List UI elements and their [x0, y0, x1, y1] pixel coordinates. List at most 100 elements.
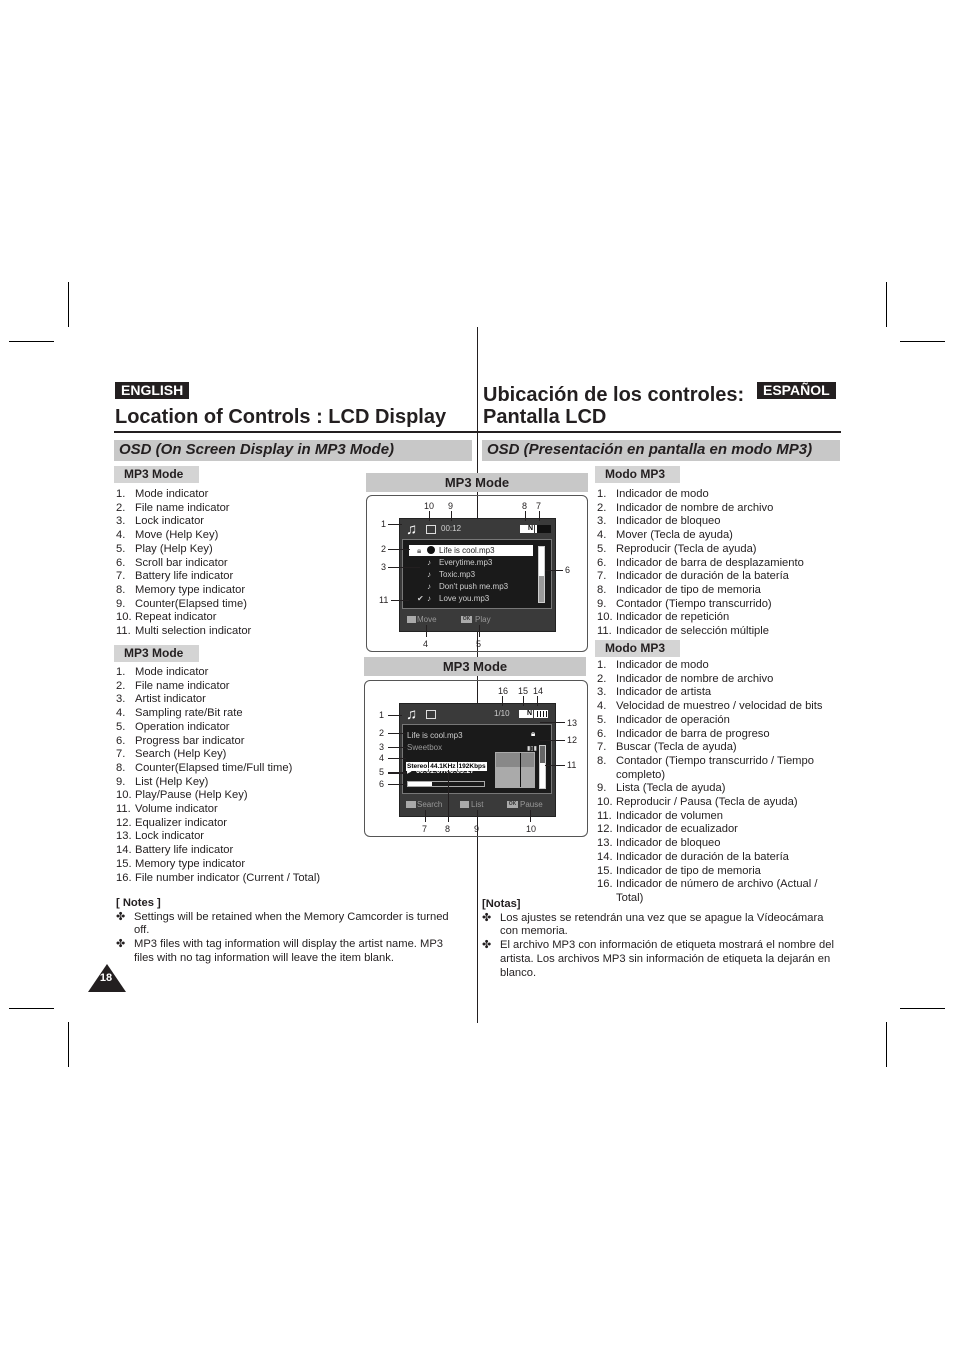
crop-mark: [9, 341, 54, 342]
help-pause[interactable]: Pause: [520, 800, 543, 810]
item-text: Indicador de tipo de memoria: [616, 864, 761, 877]
item-text: Reproducir / Pausa (Tecla de ayuda): [616, 796, 798, 809]
memory-type-icon: N: [519, 710, 533, 718]
eject-key-icon: [460, 801, 469, 808]
file-item[interactable]: Love you.mp3: [439, 594, 489, 604]
callout-label: 3: [379, 742, 385, 752]
callout-label: 12: [567, 735, 578, 745]
item-text: Play/Pause (Help Key): [135, 789, 248, 802]
crop-mark: [900, 341, 945, 342]
file-item[interactable]: Everytime.mp3: [439, 558, 492, 568]
item-number: 4.: [597, 700, 607, 713]
file-item[interactable]: Don't push me.mp3: [439, 582, 508, 592]
ok-key-icon: OK: [461, 616, 472, 623]
list-item: 8. Counter(Elapsed time/Full time): [116, 762, 320, 776]
callout-label: 7: [422, 824, 428, 834]
callout-leader: [388, 747, 406, 748]
item-number: 9.: [116, 775, 126, 788]
list-heading: Modo MP3: [595, 466, 680, 483]
spanish-list-osd: 1. Indicador de modo 2. Indicador de nombre…: [597, 488, 804, 639]
note-text: MP3 files with tag information will disp…: [134, 938, 444, 964]
callout-label: 10: [424, 501, 435, 511]
callout-leader: [545, 570, 563, 571]
callout-label: 6: [379, 779, 385, 789]
list-item: 11. Indicador de volumen: [597, 810, 842, 824]
item-text: Lock indicator: [135, 830, 205, 843]
list-item: 6. Indicador de barra de desplazamiento: [597, 557, 804, 571]
callout-leader: [477, 810, 478, 822]
list-item: 1. Mode indicator: [116, 488, 251, 502]
list-item: 2. File name indicator: [116, 502, 251, 516]
playback-panel: Life is cool.mp3 🔒︎ Sweetbox ▮▯▮ Stereo 4…: [402, 724, 552, 794]
item-text: Mode indicator: [135, 666, 209, 678]
list-item: 13. Lock indicator: [116, 830, 320, 844]
title-line-1: Ubicación de los controles:: [483, 384, 745, 406]
list-item: 6. Indicador de barra de progreso: [597, 728, 842, 742]
language-badge-spanish: ESPAÑOL: [757, 382, 836, 399]
bullet-icon: ✤: [116, 938, 126, 951]
list-item: 8. Contador (Tiempo transcurrido / Tiempo…: [597, 755, 842, 782]
page-number: 18: [99, 972, 113, 984]
item-text: Indicador de nombre de archivo: [616, 501, 774, 514]
help-move[interactable]: Move: [417, 615, 437, 625]
file-item[interactable]: Toxic.mp3: [439, 570, 475, 580]
spectrum-display: [495, 752, 535, 788]
item-number: 2.: [116, 501, 126, 514]
scroll-bar-track: [539, 576, 544, 602]
item-number: 5.: [597, 713, 607, 726]
callout-leader: [388, 524, 402, 525]
item-text: Multi selection indicator: [135, 625, 252, 638]
callout-label: 2: [379, 728, 385, 738]
help-list[interactable]: List: [471, 800, 483, 810]
help-play[interactable]: Play: [475, 615, 491, 625]
item-text: Indicador de modo: [616, 488, 709, 500]
list-item: 4. Velocidad de muestreo / velocidad de b…: [597, 700, 842, 714]
item-text: Indicador de volumen: [616, 809, 723, 822]
item-text: Volume indicator: [135, 803, 218, 816]
item-number: 11.: [597, 625, 612, 638]
item-number: 10.: [597, 796, 613, 809]
item-text: Move (Help Key): [135, 529, 219, 542]
lcd-screen-playback: ♫ 1/10 N Life is cool.mp3 🔒︎ Sweetbox ▮▯…: [399, 703, 556, 817]
list-item: 13. Indicador de bloqueo: [597, 837, 842, 851]
callout-label: 5: [379, 767, 385, 777]
item-number: 10.: [116, 611, 132, 624]
file-item[interactable]: Life is cool.mp3: [439, 546, 495, 556]
progress-bar[interactable]: [407, 781, 485, 787]
item-number: 16.: [116, 871, 132, 884]
help-search[interactable]: Search: [417, 800, 442, 810]
item-number: 6.: [597, 727, 607, 740]
callout-leader: [540, 740, 565, 741]
list-item: 4. Move (Help Key): [116, 529, 251, 543]
callout-label: 9: [448, 501, 454, 511]
volume-bar[interactable]: [539, 745, 546, 789]
list-item: 14. Indicador de duración de la batería: [597, 851, 842, 865]
list-heading: MP3 Mode: [114, 466, 199, 483]
callout-label: 1: [379, 710, 385, 720]
item-number: 11.: [597, 809, 612, 822]
list-item: 8. Indicador de tipo de memoria: [597, 584, 804, 598]
item-text: Equalizer indicator: [135, 816, 228, 829]
item-number: 6.: [116, 734, 126, 747]
callout-label: 3: [381, 562, 387, 572]
counter: 00:01:07/00:03:27: [416, 768, 474, 775]
callout-label: 2: [381, 544, 387, 554]
item-number: 3.: [116, 693, 126, 706]
item-number: 7.: [116, 570, 126, 583]
item-number: 3.: [597, 515, 607, 528]
list-item: 6. Scroll bar indicator: [116, 557, 251, 571]
item-text: List (Help Key): [135, 775, 209, 788]
item-number: 2.: [116, 679, 126, 692]
title-rule-spanish: [478, 431, 841, 433]
item-number: 8.: [116, 761, 126, 774]
list-heading: Modo MP3: [595, 640, 680, 657]
item-text: Memory type indicator: [135, 857, 246, 870]
callout-leader: [502, 696, 503, 706]
list-item: 5. Operation indicator: [116, 721, 320, 735]
item-text: Indicador de selección múltiple: [616, 625, 769, 638]
item-number: 11.: [116, 625, 131, 638]
callout-label: 9: [474, 824, 480, 834]
list-item: 6. Progress bar indicator: [116, 735, 320, 749]
page-title-spanish: Ubicación de los controles: Pantalla LCD: [483, 384, 744, 428]
volume-fill: [540, 762, 545, 788]
